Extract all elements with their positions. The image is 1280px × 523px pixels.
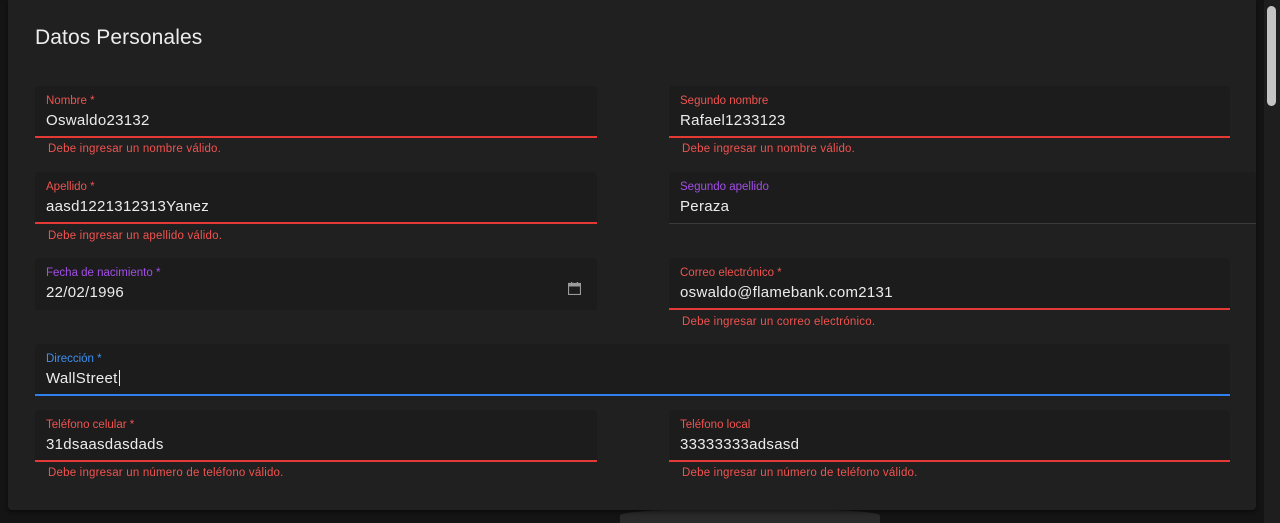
- telefono-local-label: Teléfono local: [680, 419, 751, 431]
- correo-field[interactable]: Correo electrónico * oswaldo@flamebank.c…: [669, 258, 1230, 310]
- background-shape: [620, 508, 880, 523]
- direccion-field[interactable]: Dirección * WallStreet: [35, 344, 1230, 396]
- scrollbar-thumb[interactable]: [1267, 6, 1276, 106]
- apellido-input[interactable]: aasd1221312313Yanez: [46, 198, 209, 215]
- telefono-celular-error: Debe ingresar un número de teléfono váli…: [48, 467, 284, 479]
- fecha-nacimiento-field[interactable]: Fecha de nacimiento * 22/02/1996: [35, 258, 597, 310]
- personal-data-card: Datos Personales Nombre * Oswaldo23132 D…: [8, 0, 1256, 510]
- segundo-nombre-error: Debe ingresar un nombre válido.: [682, 143, 856, 155]
- apellido-field[interactable]: Apellido * aasd1221312313Yanez: [35, 172, 597, 224]
- correo-label: Correo electrónico *: [680, 267, 782, 279]
- correo-input[interactable]: oswaldo@flamebank.com2131: [680, 284, 893, 301]
- text-caret: [118, 370, 120, 386]
- telefono-celular-input[interactable]: 31dsaasdasdads: [46, 436, 164, 453]
- telefono-local-field[interactable]: Teléfono local 33333333adsasd: [669, 410, 1230, 462]
- nombre-input[interactable]: Oswaldo23132: [46, 112, 150, 129]
- segundo-apellido-label: Segundo apellido: [680, 181, 769, 193]
- apellido-underline: [35, 222, 597, 224]
- correo-error: Debe ingresar un correo electrónico.: [682, 316, 876, 328]
- segundo-apellido-field[interactable]: Segundo apellido Peraza: [669, 172, 1256, 224]
- segundo-nombre-field[interactable]: Segundo nombre Rafael1233123: [669, 86, 1230, 138]
- telefono-celular-field[interactable]: Teléfono celular * 31dsaasdasdads: [35, 410, 597, 462]
- nombre-label: Nombre *: [46, 95, 95, 107]
- direccion-label: Dirección *: [46, 353, 102, 365]
- nombre-field[interactable]: Nombre * Oswaldo23132: [35, 86, 597, 138]
- segundo-nombre-label: Segundo nombre: [680, 95, 769, 107]
- nombre-error: Debe ingresar un nombre válido.: [48, 143, 222, 155]
- direccion-value: WallStreet: [46, 370, 118, 387]
- direccion-input[interactable]: WallStreet: [46, 370, 120, 387]
- nombre-underline: [35, 136, 597, 138]
- fecha-nacimiento-label: Fecha de nacimiento *: [46, 267, 161, 279]
- correo-underline: [669, 308, 1230, 310]
- telefono-local-underline: [669, 460, 1230, 462]
- apellido-error: Debe ingresar un apellido válido.: [48, 230, 223, 242]
- telefono-celular-label: Teléfono celular *: [46, 419, 135, 431]
- telefono-local-input[interactable]: 33333333adsasd: [680, 436, 799, 453]
- fecha-nacimiento-input[interactable]: 22/02/1996: [46, 284, 124, 301]
- telefono-local-error: Debe ingresar un número de teléfono váli…: [682, 467, 918, 479]
- segundo-apellido-input[interactable]: Peraza: [680, 198, 729, 215]
- segundo-apellido-underline: [669, 223, 1256, 224]
- apellido-label: Apellido *: [46, 181, 95, 193]
- calendar-icon[interactable]: [568, 282, 581, 295]
- segundo-nombre-input[interactable]: Rafael1233123: [680, 112, 786, 129]
- segundo-nombre-underline: [669, 136, 1230, 138]
- direccion-underline: [35, 394, 1230, 396]
- telefono-celular-underline: [35, 460, 597, 462]
- card-title: Datos Personales: [35, 26, 203, 49]
